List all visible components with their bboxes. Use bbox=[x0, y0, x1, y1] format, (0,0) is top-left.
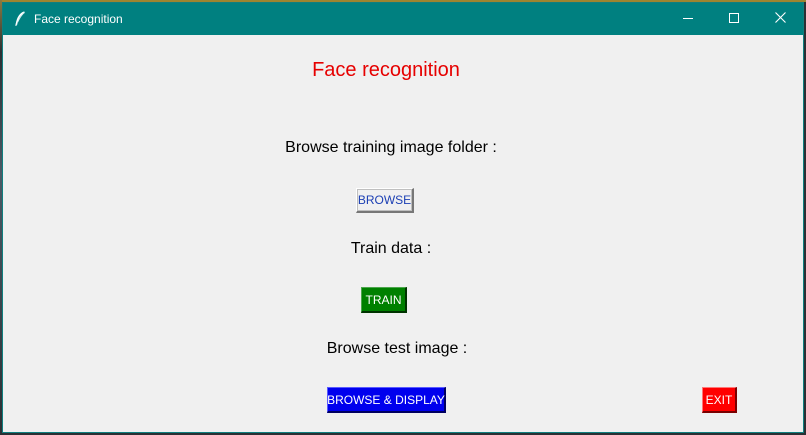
page-title: Face recognition bbox=[312, 59, 460, 81]
browse-display-button[interactable]: BROWSE & DISPLAY bbox=[327, 387, 446, 413]
maximize-icon bbox=[729, 10, 739, 28]
close-button[interactable] bbox=[757, 3, 803, 35]
exit-button[interactable]: EXIT bbox=[702, 387, 737, 413]
feather-icon bbox=[14, 11, 26, 27]
train-button[interactable]: TRAIN bbox=[361, 287, 407, 313]
close-icon bbox=[774, 10, 786, 28]
window-controls bbox=[665, 3, 803, 35]
maximize-button[interactable] bbox=[711, 3, 757, 35]
train-data-label: Train data : bbox=[350, 240, 432, 257]
minimize-icon bbox=[683, 10, 693, 28]
minimize-button[interactable] bbox=[665, 3, 711, 35]
window-titlebar[interactable]: Face recognition bbox=[3, 3, 803, 35]
training-folder-label: Browse training image folder : bbox=[285, 139, 497, 156]
window-title: Face recognition bbox=[34, 12, 123, 26]
window-client-area: Face recognition Browse training image f… bbox=[3, 35, 803, 432]
browse-button[interactable]: BROWSE bbox=[356, 188, 414, 213]
test-image-label: Browse test image : bbox=[326, 340, 468, 357]
face-recognition-window: Face recognition Face recognition Browse… bbox=[2, 2, 804, 433]
